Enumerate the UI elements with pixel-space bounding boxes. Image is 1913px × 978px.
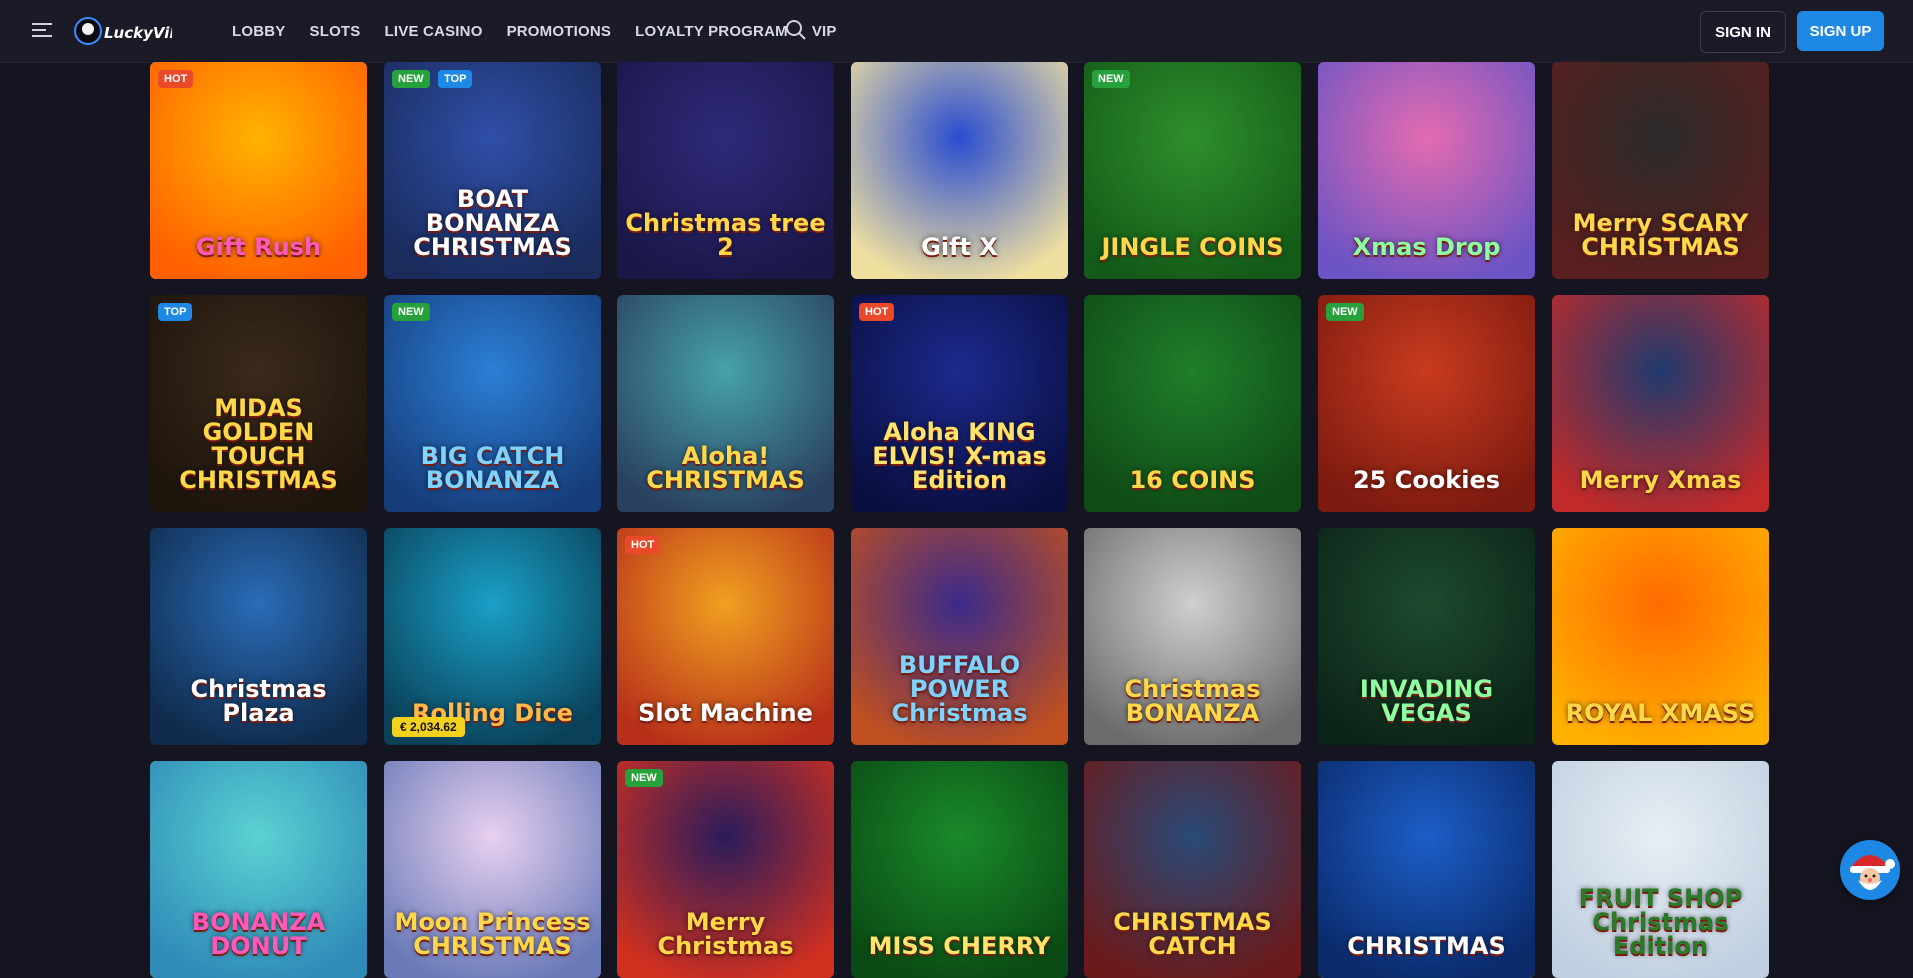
top-badge: TOP	[158, 303, 193, 321]
game-title: 16 COINS	[1129, 466, 1256, 494]
game-tile[interactable]: BOAT BONANZA CHRISTMAS NEW TOP	[384, 62, 601, 279]
new-badge: NEW	[625, 769, 663, 787]
top-header: LuckyVibe LOBBY SLOTS LIVE CASINO PROMOT…	[0, 0, 1913, 63]
game-title: MISS CHERRY	[868, 932, 1051, 960]
hamburger-menu-icon[interactable]	[32, 20, 56, 40]
main-nav: LOBBY SLOTS LIVE CASINO PROMOTIONS LOYAL…	[232, 0, 861, 62]
sign-up-button[interactable]: SIGN UP	[1797, 11, 1884, 51]
santa-icon	[1850, 855, 1895, 890]
logo[interactable]: LuckyVibe	[72, 10, 172, 52]
game-title: Merry Christmas	[657, 908, 794, 960]
game-tile[interactable]: MIDAS GOLDEN TOUCH CHRISTMAS TOP	[150, 295, 367, 512]
game-title: BIG CATCH BONANZA	[420, 442, 565, 494]
game-title: Merry SCARY CHRISTMAS	[1572, 209, 1749, 261]
game-tile[interactable]: Gift X	[851, 62, 1068, 279]
logo-text: LuckyVibe	[104, 24, 172, 42]
game-title: Moon Princess CHRISTMAS	[394, 908, 591, 960]
game-tile[interactable]: JINGLE COINS NEW	[1084, 62, 1301, 279]
game-title: ROYAL XMASS	[1565, 699, 1756, 727]
nav-vip[interactable]: VIP	[812, 23, 837, 40]
jackpot-amount: € 2,034.62	[392, 717, 465, 737]
nav-promotions[interactable]: PROMOTIONS	[507, 23, 612, 40]
game-title: CHRISTMAS CATCH	[1113, 908, 1272, 960]
game-tile[interactable]: Merry Xmas	[1552, 295, 1769, 512]
game-tile[interactable]: Slot Machine HOT	[617, 528, 834, 745]
game-tile[interactable]: Merry Christmas NEW	[617, 761, 834, 978]
hot-badge: HOT	[158, 70, 194, 88]
game-title: Christmas tree 2	[625, 209, 826, 261]
game-title: MIDAS GOLDEN TOUCH CHRISTMAS	[179, 394, 338, 494]
nav-slots[interactable]: SLOTS	[310, 23, 361, 40]
hot-badge: HOT	[625, 536, 661, 554]
game-title: Xmas Drop	[1352, 233, 1501, 261]
game-tile[interactable]: Rolling Dice € 2,034.62	[384, 528, 601, 745]
game-tile[interactable]: 25 Cookies NEW	[1318, 295, 1535, 512]
game-title: BONANZA DONUT	[191, 908, 326, 960]
game-tile[interactable]: Moon Princess CHRISTMAS	[384, 761, 601, 978]
game-tile[interactable]: FRUIT SHOP Christmas Edition	[1552, 761, 1769, 978]
game-title: BUFFALO POWER Christmas	[891, 651, 1028, 727]
game-tile[interactable]: Christmas tree 2	[617, 62, 834, 279]
game-tile[interactable]: Christmas Plaza	[150, 528, 367, 745]
search-icon[interactable]	[784, 18, 808, 42]
sign-in-button[interactable]: SIGN IN	[1700, 11, 1786, 53]
hot-badge: HOT	[859, 303, 895, 321]
game-title: Slot Machine	[638, 699, 813, 727]
nav-lobby[interactable]: LOBBY	[232, 23, 286, 40]
nav-loyalty-program[interactable]: LOYALTY PROGRAM	[635, 23, 788, 40]
nav-live-casino[interactable]: LIVE CASINO	[385, 23, 483, 40]
game-title: BOAT BONANZA CHRISTMAS	[413, 185, 572, 261]
game-title: CHRISTMAS	[1347, 932, 1506, 960]
game-title: FRUIT SHOP Christmas Edition	[1578, 884, 1743, 960]
game-tile[interactable]: INVADING VEGAS	[1318, 528, 1535, 745]
game-title: Christmas BONANZA	[1124, 675, 1261, 727]
game-tile[interactable]: CHRISTMAS	[1318, 761, 1535, 978]
game-tile[interactable]: 16 COINS	[1084, 295, 1301, 512]
game-tile[interactable]: CHRISTMAS CATCH	[1084, 761, 1301, 978]
game-title: Christmas Plaza	[190, 675, 327, 727]
game-tile[interactable]: MISS CHERRY	[851, 761, 1068, 978]
game-tile[interactable]: Aloha KING ELVIS! X-mas Edition HOT	[851, 295, 1068, 512]
game-title: Aloha! CHRISTMAS	[646, 442, 805, 494]
game-title: INVADING VEGAS	[1359, 675, 1494, 727]
game-tile[interactable]: Christmas BONANZA	[1084, 528, 1301, 745]
game-title: Merry Xmas	[1579, 466, 1742, 494]
game-title: Gift Rush	[195, 233, 322, 261]
game-tile[interactable]: BONANZA DONUT	[150, 761, 367, 978]
santa-chat-button[interactable]	[1840, 840, 1900, 900]
game-tile[interactable]: ROYAL XMASS	[1552, 528, 1769, 745]
new-badge: NEW	[392, 70, 430, 88]
game-tile[interactable]: Aloha! CHRISTMAS	[617, 295, 834, 512]
game-title: JINGLE COINS	[1101, 233, 1284, 261]
new-badge: NEW	[1092, 70, 1130, 88]
game-tile[interactable]: Xmas Drop	[1318, 62, 1535, 279]
game-tile[interactable]: BUFFALO POWER Christmas	[851, 528, 1068, 745]
game-tile[interactable]: Gift Rush HOT	[150, 62, 367, 279]
new-badge: NEW	[1326, 303, 1364, 321]
game-tile[interactable]: Merry SCARY CHRISTMAS	[1552, 62, 1769, 279]
game-title: Aloha KING ELVIS! X-mas Edition	[872, 418, 1047, 494]
new-badge: NEW	[392, 303, 430, 321]
game-tile[interactable]: BIG CATCH BONANZA NEW	[384, 295, 601, 512]
top-badge: TOP	[438, 70, 473, 88]
game-title: 25 Cookies	[1352, 466, 1501, 494]
game-title: Gift X	[921, 233, 998, 261]
